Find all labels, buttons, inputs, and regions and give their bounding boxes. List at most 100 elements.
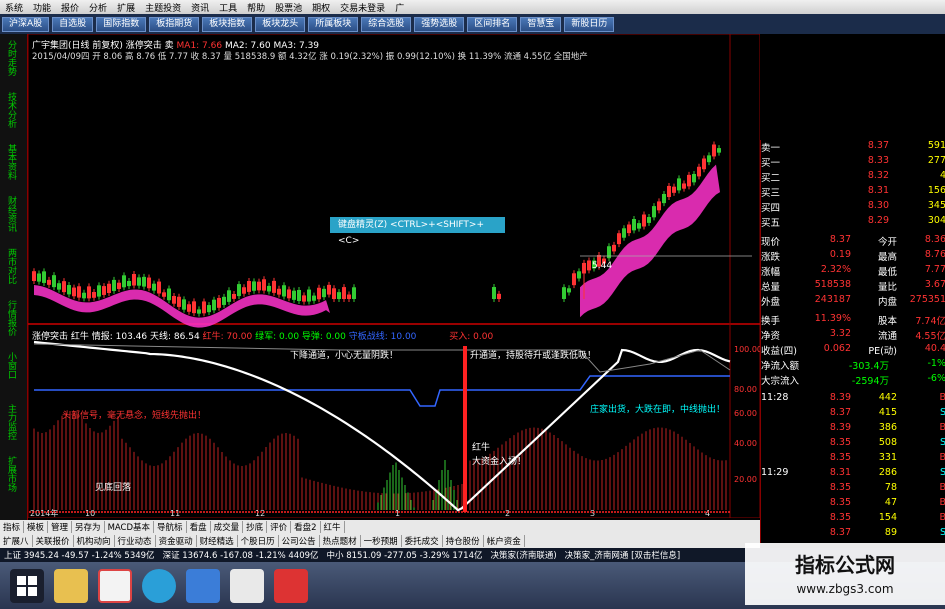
candle-body [642,214,646,227]
menu-item[interactable]: 功能 [28,1,56,14]
market-tab[interactable]: 板块指数 [202,16,253,32]
function-tab[interactable]: 扩展八 [0,535,33,547]
indicator-tab[interactable]: 指标 [0,521,25,533]
trading-app-icon[interactable] [274,568,308,603]
function-tab[interactable]: 一秒预期 [361,535,402,547]
market-tab[interactable]: 板指期货 [149,16,200,32]
indicator-tab[interactable]: 评价 [267,521,292,533]
market-tab[interactable]: 自选股 [52,16,94,32]
signal-dot [518,511,520,513]
signal-dot [266,511,268,513]
quote-cell: -6% [927,373,945,384]
market-tab[interactable]: 综合选股 [361,16,412,32]
menu-item[interactable]: 期权 [307,1,335,14]
chart-area[interactable]: 7.366.835.965.374.83100.0080.0060.0040.0… [0,34,760,518]
menu-item[interactable]: 工具 [214,1,242,14]
candle-body [667,185,671,198]
function-tab[interactable]: 个股日历 [238,535,279,547]
signal-dot [467,511,469,513]
market-tab[interactable]: 强势选股 [414,16,465,32]
signal-dot [53,511,55,513]
sidebar-item[interactable]: 基本资料 [2,144,16,180]
market-tab[interactable]: 国际指数 [96,16,147,32]
sidebar-item[interactable]: 小窗口 [2,352,16,379]
browser-icon[interactable] [142,568,176,603]
function-tab[interactable]: 财经精选 [197,535,238,547]
candle-body [182,299,186,310]
signal-dot [428,511,430,513]
menu-item[interactable]: 资讯 [186,1,214,14]
signal-dot [236,511,238,513]
quote-row: 涨幅 2.32% 最低 7.77 [761,264,945,278]
signal-dot [401,511,403,513]
indicator-tab[interactable]: 另存为 [72,521,105,533]
function-tab[interactable]: 帐户资金 [484,535,525,547]
tool-app-icon[interactable] [230,568,264,603]
quote-cell: 2.32% [820,264,851,275]
gift-app-icon[interactable] [98,568,132,603]
sidebar-item[interactable]: 行情报价 [2,300,16,336]
market-tab[interactable]: 沪深A股 [2,16,50,32]
function-tab[interactable]: 委托成交 [402,535,443,547]
indicator-tab[interactable]: 模板 [24,521,49,533]
sidebar-item[interactable]: 两市对比 [2,248,16,284]
indicator-tab[interactable]: 管理 [48,521,73,533]
quote-cell: 买四 [761,203,781,214]
market-tab[interactable]: 区间排名 [467,16,518,32]
indicator-tab[interactable]: 红牛 [321,521,345,533]
signal-dot [254,511,256,513]
indicator-tab[interactable]: 导航标 [154,521,187,533]
signal-dot [65,511,67,513]
menu-item[interactable]: 系统 [0,1,28,14]
indicator-sl: 守板战线: 10.00 [348,332,417,342]
menu-item[interactable]: 扩展 [112,1,140,14]
function-tab[interactable]: 资金驱动 [156,535,197,547]
function-tab[interactable]: 公司公告 [279,535,320,547]
sidebar-item[interactable]: 主力监控 [2,404,16,440]
candle-body [317,287,321,300]
annotation-bottom: 见底回落 [95,483,132,493]
function-tab[interactable]: 机构动向 [74,535,115,547]
keyboard-wizard-popup[interactable]: 键盘精灵(Z) <CTRL>+<SHIFT>+<C> [330,217,505,246]
function-tab[interactable]: 热点题材 [320,535,361,547]
signal-dot [707,511,709,513]
quote-cell: S [939,437,945,448]
market-tab[interactable]: 所属板块 [308,16,359,32]
indicator-tab[interactable]: 看盘 [187,521,211,533]
candle-body [707,155,711,163]
indicator-tab[interactable]: 抄底 [243,521,268,533]
signal-dot [191,511,193,513]
windows-start-icon[interactable] [10,568,44,603]
candle-body [97,285,101,297]
menu-item[interactable]: 分析 [84,1,112,14]
indicator-tab[interactable]: MACD基本 [105,521,155,533]
quote-row: 8.39 386 B [761,422,945,435]
function-tab[interactable]: 关联报价 [33,535,74,547]
menu-item[interactable]: 广 [390,1,409,14]
sidebar-item[interactable]: 技术分析 [2,92,16,128]
signal-dot [683,511,685,513]
function-tab[interactable]: 持仓股份 [443,535,484,547]
function-tab[interactable]: 行业动态 [115,535,156,547]
store-icon[interactable] [186,568,220,603]
signal-dot [290,511,292,513]
menu-item[interactable]: 报价 [56,1,84,14]
menu-item[interactable]: 帮助 [242,1,270,14]
indicator-tab[interactable]: 成交量 [211,521,244,533]
file-explorer-icon[interactable] [54,568,88,603]
market-tab[interactable]: 智慧宝 [520,16,562,32]
indicator-tab[interactable]: 看盘2 [291,521,321,533]
market-tab[interactable]: 新股日历 [564,16,615,32]
signal-dot [575,511,577,513]
app-window: { "menu":["系统","功能","报价","分析","扩展","主题投资… [0,0,945,609]
signal-dot [539,511,541,513]
quote-cell: 股本 [877,316,897,327]
menu-item[interactable]: 交易未登录 [335,1,390,14]
menu-item[interactable]: 主题投资 [140,1,186,14]
sidebar-item[interactable]: 扩展市场 [2,456,16,492]
sidebar-item[interactable]: 分时走势 [2,40,16,76]
market-tab[interactable]: 板块龙头 [255,16,306,32]
candle-body [137,277,141,286]
menu-item[interactable]: 股票池 [270,1,307,14]
sidebar-item[interactable]: 财经资讯 [2,196,16,232]
